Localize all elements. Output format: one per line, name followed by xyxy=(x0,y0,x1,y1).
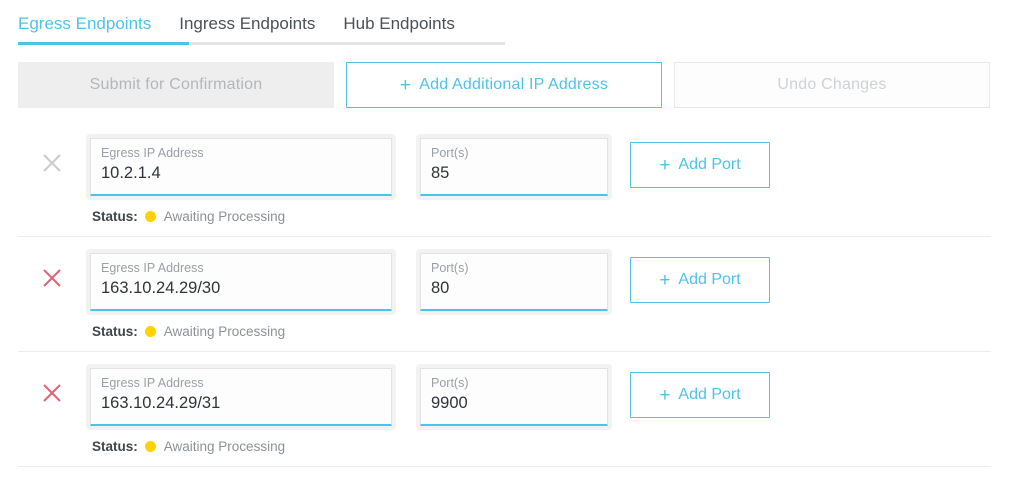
add-additional-ip-address-label: Add Additional IP Address xyxy=(419,76,609,93)
egress-ip-field-group: Egress IP Address 10.2.1.4 Status: Await… xyxy=(86,134,396,224)
status-text: Awaiting Processing xyxy=(163,324,286,339)
egress-ip-field-shell: Egress IP Address 163.10.24.29/30 xyxy=(86,249,396,315)
tab-ingress-endpoints[interactable]: Ingress Endpoints xyxy=(179,15,315,44)
remove-endpoint-cell xyxy=(18,364,86,406)
egress-ip-field-shell: Egress IP Address 163.10.24.29/31 xyxy=(86,364,396,430)
status-label: Status: xyxy=(92,324,138,339)
plus-icon: + xyxy=(659,269,671,291)
egress-ip-label: Egress IP Address xyxy=(101,376,204,390)
add-port-button[interactable]: + Add Port xyxy=(630,257,770,303)
table-row: Egress IP Address 10.2.1.4 Status: Await… xyxy=(0,122,1009,237)
active-tab-indicator xyxy=(18,42,189,45)
endpoint-row-list: Egress IP Address 10.2.1.4 Status: Await… xyxy=(0,108,1009,467)
tab-hub-endpoints[interactable]: Hub Endpoints xyxy=(343,15,455,44)
tab-egress-endpoints[interactable]: Egress Endpoints xyxy=(18,15,151,44)
close-x-icon[interactable] xyxy=(39,150,65,176)
tab-bar: Egress Endpoints Ingress Endpoints Hub E… xyxy=(0,0,1009,46)
close-x-icon[interactable] xyxy=(39,380,65,406)
status-badge: Status: Awaiting Processing xyxy=(86,315,396,339)
plus-icon: + xyxy=(399,74,412,96)
port-value: 85 xyxy=(431,163,450,182)
status-text: Awaiting Processing xyxy=(163,209,286,224)
undo-changes-button[interactable]: Undo Changes xyxy=(674,62,990,108)
port-label: Port(s) xyxy=(431,146,469,160)
status-text: Awaiting Processing xyxy=(163,439,286,454)
add-port-label: Add Port xyxy=(678,271,741,288)
port-input[interactable]: Port(s) 85 xyxy=(420,138,608,196)
status-label: Status: xyxy=(92,209,138,224)
port-input[interactable]: Port(s) 80 xyxy=(420,253,608,311)
add-port-label: Add Port xyxy=(678,156,741,173)
egress-ip-value: 163.10.24.29/31 xyxy=(101,393,221,412)
add-port-label: Add Port xyxy=(678,386,741,403)
egress-ip-field-group: Egress IP Address 163.10.24.29/30 Status… xyxy=(86,249,396,339)
status-badge: Status: Awaiting Processing xyxy=(86,200,396,224)
table-row: Egress IP Address 163.10.24.29/31 Status… xyxy=(0,352,1009,467)
status-badge: Status: Awaiting Processing xyxy=(86,430,396,454)
egress-ip-label: Egress IP Address xyxy=(101,261,204,275)
egress-ip-value: 163.10.24.29/30 xyxy=(101,278,221,297)
status-label: Status: xyxy=(92,439,138,454)
plus-icon: + xyxy=(659,154,671,176)
egress-ip-input[interactable]: Egress IP Address 163.10.24.29/30 xyxy=(90,253,392,311)
port-field-group: Port(s) 9900 xyxy=(416,364,612,430)
tab-label: Hub Endpoints xyxy=(343,14,455,33)
undo-changes-label: Undo Changes xyxy=(777,76,887,93)
add-port-button[interactable]: + Add Port xyxy=(630,142,770,188)
port-value: 9900 xyxy=(431,393,468,412)
port-field-group: Port(s) 80 xyxy=(416,249,612,315)
status-dot-icon xyxy=(144,441,156,452)
port-value: 80 xyxy=(431,278,450,297)
remove-endpoint-cell xyxy=(18,134,86,176)
egress-ip-field-group: Egress IP Address 163.10.24.29/31 Status… xyxy=(86,364,396,454)
table-row: Egress IP Address 163.10.24.29/30 Status… xyxy=(0,237,1009,352)
tab-label: Ingress Endpoints xyxy=(179,14,316,33)
status-dot-icon xyxy=(144,211,156,222)
egress-ip-input[interactable]: Egress IP Address 163.10.24.29/31 xyxy=(90,368,392,426)
add-port-button[interactable]: + Add Port xyxy=(630,372,770,418)
submit-for-confirmation-button[interactable]: Submit for Confirmation xyxy=(18,62,334,108)
status-dot-icon xyxy=(144,326,156,337)
port-field-shell: Port(s) 85 xyxy=(416,134,612,200)
submit-for-confirmation-label: Submit for Confirmation xyxy=(89,76,263,93)
row-divider xyxy=(18,466,991,467)
tab-list: Egress Endpoints Ingress Endpoints Hub E… xyxy=(0,0,1009,44)
egress-ip-field-shell: Egress IP Address 10.2.1.4 xyxy=(86,134,396,200)
remove-endpoint-cell xyxy=(18,249,86,291)
add-additional-ip-address-button[interactable]: + Add Additional IP Address xyxy=(346,62,662,108)
egress-ip-value: 10.2.1.4 xyxy=(101,163,161,182)
close-x-icon[interactable] xyxy=(39,265,65,291)
egress-ip-label: Egress IP Address xyxy=(101,146,204,160)
plus-icon: + xyxy=(659,384,671,406)
egress-ip-input[interactable]: Egress IP Address 10.2.1.4 xyxy=(90,138,392,196)
port-label: Port(s) xyxy=(431,261,469,275)
tab-label: Egress Endpoints xyxy=(18,14,152,33)
action-button-row: Submit for Confirmation + Add Additional… xyxy=(0,46,1009,108)
port-label: Port(s) xyxy=(431,376,469,390)
port-field-shell: Port(s) 9900 xyxy=(416,364,612,430)
port-input[interactable]: Port(s) 9900 xyxy=(420,368,608,426)
port-field-shell: Port(s) 80 xyxy=(416,249,612,315)
port-field-group: Port(s) 85 xyxy=(416,134,612,200)
